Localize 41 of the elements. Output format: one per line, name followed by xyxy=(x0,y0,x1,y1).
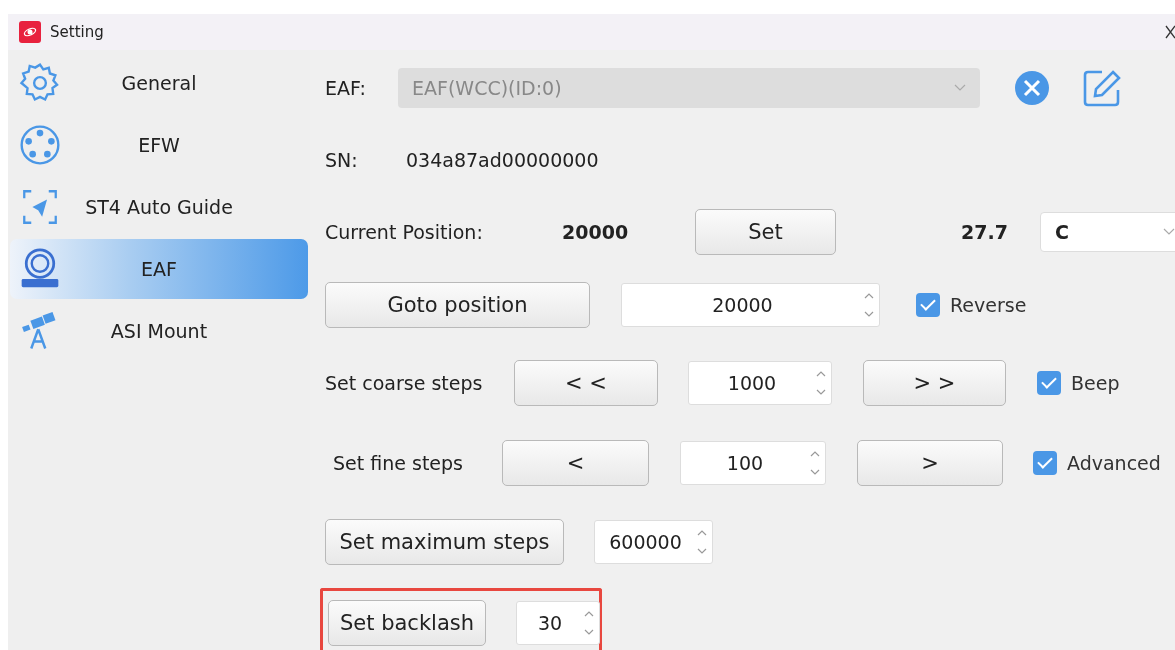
position-value: 20000 xyxy=(562,221,630,243)
set-maximum-steps-button[interactable]: Set maximum steps xyxy=(325,519,564,565)
step-forward-button[interactable]: > > xyxy=(863,360,1006,406)
field-label: SN: xyxy=(325,149,359,171)
checkbox-label: Reverse xyxy=(950,294,1027,316)
goto-position-button[interactable]: Goto position xyxy=(325,282,590,328)
checkbox-label: Beep xyxy=(1071,372,1120,394)
checkbox-label: Advanced xyxy=(1067,452,1161,474)
number-field[interactable]: 600000 xyxy=(594,520,713,564)
sidebar-item[interactable]: EAF xyxy=(10,239,308,299)
caret-icon xyxy=(1163,228,1175,236)
temperature-value: 27.7 xyxy=(960,221,1009,243)
step-forward-button[interactable]: > xyxy=(857,440,1003,486)
sidebar-item[interactable]: ASI Mount xyxy=(10,301,308,361)
number-field[interactable]: 30 xyxy=(516,601,600,645)
edit-icon[interactable] xyxy=(1082,68,1122,108)
number-field[interactable]: 100 xyxy=(680,441,826,485)
number-field[interactable]: 1000 xyxy=(688,361,832,405)
set-button[interactable]: Set xyxy=(695,209,836,255)
window-title: Setting xyxy=(50,23,104,41)
app-logo-icon xyxy=(19,21,41,43)
unit-dropdown[interactable]: C xyxy=(1040,212,1175,252)
field-label: EAF: xyxy=(325,77,367,99)
field-label: Current Position: xyxy=(325,221,484,243)
filter-wheel-icon xyxy=(18,123,62,167)
step-back-button[interactable]: < xyxy=(502,440,649,486)
sidebar-item[interactable]: ST4 Auto Guide xyxy=(10,177,308,237)
close-icon[interactable] xyxy=(1165,24,1175,40)
close-circle-icon[interactable] xyxy=(1014,70,1050,106)
serial-number: 034a87ad00000000 xyxy=(406,149,600,171)
checkbox[interactable] xyxy=(1033,451,1057,475)
sidebar-item[interactable]: EFW xyxy=(10,115,308,175)
field-label: Set fine steps xyxy=(333,452,464,474)
number-field[interactable]: 20000 xyxy=(621,283,880,327)
checkbox[interactable] xyxy=(916,293,940,317)
field-label: Set coarse steps xyxy=(325,372,484,394)
step-back-button[interactable]: < < xyxy=(514,360,658,406)
checkbox[interactable] xyxy=(1037,371,1061,395)
sidebar-item[interactable]: General xyxy=(10,53,308,113)
set-backlash-button[interactable]: Set backlash xyxy=(328,600,486,646)
caret-icon xyxy=(954,84,966,92)
